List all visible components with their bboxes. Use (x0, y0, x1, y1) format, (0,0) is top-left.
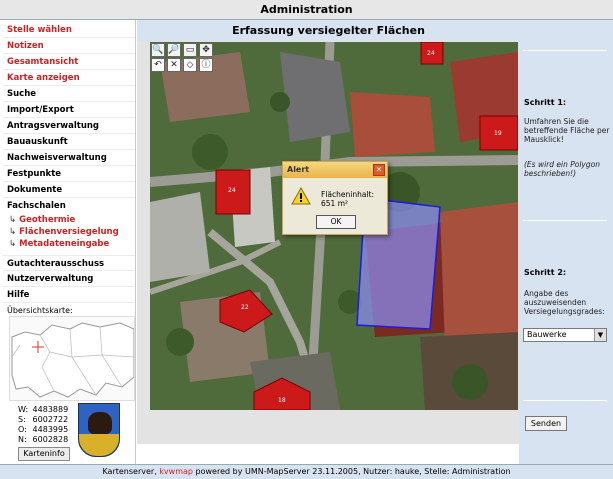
zoom-out-icon[interactable]: 🔎 (167, 43, 181, 57)
building-label: 19 (494, 130, 502, 137)
polygon-glyph: ◇ (186, 60, 194, 70)
undo-glyph: ↶ (154, 60, 162, 70)
overview-map-graphic (11, 322, 134, 398)
info-icon[interactable]: ⓘ (199, 58, 213, 72)
coord-north-label: N: (18, 435, 27, 444)
subnav-geothermie[interactable]: ↳ Geothermie (3, 214, 135, 226)
overview-map[interactable] (9, 316, 135, 401)
coord-south-value: 6002722 (32, 415, 69, 424)
subnav-arrow-icon: ↳ (9, 239, 17, 249)
nav-notizen[interactable]: Notizen (3, 38, 135, 54)
overview-map-label: Übersichtskarte: (7, 306, 73, 315)
step1-hint: (Es wird ein Polygon beschrieben!) (524, 160, 610, 178)
subnav-label: Geothermie (19, 215, 76, 225)
step1-title: Schritt 1: (524, 98, 567, 107)
warning-icon (291, 187, 311, 205)
nav-import-export[interactable]: Import/Export (3, 102, 135, 118)
coord-south: S: 6002722 (18, 415, 68, 425)
nav-gesamtansicht[interactable]: Gesamtansicht (3, 54, 135, 70)
nav-nachweisverwaltung[interactable]: Nachweisverwaltung (3, 150, 135, 166)
ok-button[interactable]: OK (316, 215, 356, 229)
coord-east-value: 4483995 (32, 425, 69, 434)
coord-north: N: 6002828 (18, 435, 68, 445)
delete-icon[interactable]: ✕ (167, 58, 181, 72)
divider (523, 400, 607, 401)
subnav-arrow-icon: ↳ (9, 227, 17, 237)
subnav-label: Flächenversiegelung (19, 227, 119, 237)
coord-west-value: 4483889 (32, 405, 69, 414)
pan-icon[interactable]: ✥ (199, 43, 213, 57)
info-glyph: ⓘ (201, 60, 211, 70)
coord-north-value: 6002828 (32, 435, 69, 444)
app-title-bar: Administration (0, 0, 613, 20)
subnav-arrow-icon: ↳ (9, 215, 17, 225)
nav-fachschalen[interactable]: Fachschalen (3, 198, 135, 214)
delete-glyph: ✕ (170, 60, 178, 70)
coord-west: W: 4483889 (18, 405, 68, 415)
nav-nutzerverwaltung[interactable]: Nutzerverwaltung (3, 271, 135, 287)
subnav-label: Metadateneingabe (19, 239, 110, 249)
step2-title: Schritt 2: (524, 268, 567, 277)
nav-gutachterausschuss[interactable]: Gutachterausschuss (3, 255, 135, 271)
karteninfo-button[interactable]: Karteninfo (18, 447, 70, 461)
nav-bauauskunft[interactable]: Bauauskunft (3, 134, 135, 150)
nav-karte-anzeigen[interactable]: Karte anzeigen (3, 70, 135, 86)
footer-prefix: Kartenserver, (102, 467, 160, 476)
coord-south-label: S: (18, 415, 26, 424)
footer: Kartenserver, kvwmap powered by UMN-MapS… (0, 464, 613, 479)
alert-title: Alert (283, 162, 387, 178)
building-label: 18 (278, 397, 286, 404)
nav-festpunkte[interactable]: Festpunkte (3, 166, 135, 182)
alert-dialog: Alert ✕ Flächeninhalt: 651 m² OK (282, 161, 388, 235)
crest-bull-head (88, 412, 112, 434)
coord-east-label: O: (18, 425, 27, 434)
coord-west-label: W: (18, 405, 29, 414)
coat-of-arms-logo (78, 403, 120, 457)
select-value: Bauwerke (527, 330, 567, 339)
nav-stelle-waehlen[interactable]: Stelle wählen (3, 22, 135, 38)
zoom-in-icon[interactable]: 🔍 (151, 43, 165, 57)
app-title: Administration (260, 3, 353, 16)
instructions-panel: Schritt 1: Umfahren Sie die betreffende … (519, 20, 613, 464)
undo-icon[interactable]: ↶ (151, 58, 165, 72)
step1-text: Umfahren Sie die betreffende Fläche per … (524, 117, 610, 144)
coord-east: O: 4483995 (18, 425, 68, 435)
page-title: Erfassung versiegelter Flächen (137, 20, 520, 41)
subnav-flaechenversiegelung[interactable]: ↳ Flächenversiegelung (3, 226, 135, 238)
versiegelungsgrad-select[interactable]: Bauwerke ▼ (523, 328, 607, 342)
crest-gold-field (79, 434, 119, 456)
extent-coordinates: W: 4483889 S: 6002722 O: 4483995 N: 6002… (18, 405, 68, 445)
divider (523, 50, 607, 51)
zoom-in-glyph: 🔍 (152, 45, 164, 55)
polygon-icon[interactable]: ◇ (183, 58, 197, 72)
nav-hilfe[interactable]: Hilfe (3, 287, 135, 303)
alert-message: Flächeninhalt: 651 m² (321, 190, 374, 208)
zoom-extent-glyph: ▭ (185, 45, 195, 55)
pan-glyph: ✥ (202, 45, 210, 55)
map-toolbar: 🔍 🔎 ▭ ✥ ↶ ✕ ◇ ⓘ (150, 42, 216, 72)
send-button[interactable]: Senden (525, 416, 567, 431)
nav-suche[interactable]: Suche (3, 86, 135, 102)
close-icon[interactable]: ✕ (373, 164, 385, 176)
step1-hint-text: (Es wird ein Polygon beschrieben!) (524, 160, 600, 178)
subnav-metadateneingabe[interactable]: ↳ Metadateneingabe (3, 238, 135, 250)
building-label: 24 (228, 187, 236, 194)
step2-text: Angabe des auszuweisenden Versiegelungsg… (524, 289, 605, 316)
zoom-out-glyph: 🔎 (168, 45, 180, 55)
building-label: 22 (241, 304, 249, 311)
footer-suffix: powered by UMN-MapServer 23.11.2005, Nut… (192, 467, 511, 476)
building-label: 24 (427, 50, 435, 57)
footer-link[interactable]: kvwmap (159, 467, 193, 476)
divider (523, 220, 607, 221)
chevron-down-icon[interactable]: ▼ (594, 329, 606, 341)
zoom-extent-icon[interactable]: ▭ (183, 43, 197, 57)
nav-dokumente[interactable]: Dokumente (3, 182, 135, 198)
nav-antragsverwaltung[interactable]: Antragsverwaltung (3, 118, 135, 134)
